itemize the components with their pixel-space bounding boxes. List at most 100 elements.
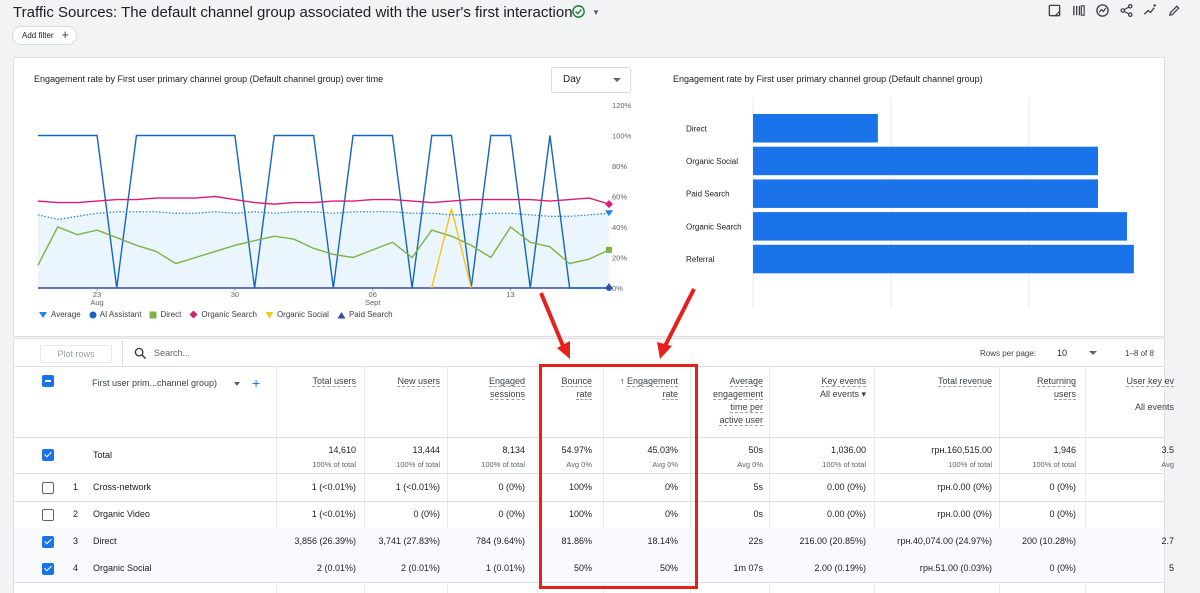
column-header-label: time per: [730, 402, 763, 413]
table-cell: 0s: [753, 509, 763, 519]
x-tick-day: 13: [506, 290, 514, 299]
table-cell: 1 (0.01%): [485, 563, 525, 573]
granularity-value: Day: [563, 74, 581, 85]
table-cell: 5s: [753, 482, 763, 492]
total-checkbox[interactable]: [42, 449, 54, 461]
total-subvalue: 100% of total: [312, 460, 356, 469]
x-tick-month: Aug: [90, 298, 103, 307]
table-cell: 216.00 (20.85%): [799, 536, 866, 546]
row-checkbox[interactable]: [42, 509, 54, 521]
rows-per-page-select[interactable]: 10: [1057, 348, 1067, 358]
total-label: Total: [93, 450, 113, 460]
event-filter-select[interactable]: All events: [820, 389, 859, 399]
event-filter-select[interactable]: All events: [1135, 402, 1174, 412]
total-value: 13,444: [412, 445, 440, 455]
total-value: грн.160,515.00: [931, 445, 992, 455]
column-header[interactable]: Total revenue: [882, 375, 992, 388]
legend-paid-search[interactable]: Paid Search: [337, 310, 393, 319]
row-channel-name[interactable]: Organic Social: [93, 563, 152, 573]
column-header-label: Total revenue: [937, 376, 992, 387]
table-cell: 2.7: [1161, 536, 1174, 546]
y-tick-label: 80%: [612, 162, 627, 171]
y-tick-label: 20%: [612, 254, 627, 263]
bar-organic-social: [753, 146, 1098, 176]
direct-end-marker: [606, 246, 612, 253]
x-tick-month: Sept: [365, 298, 381, 307]
search-input[interactable]: Search...: [154, 348, 190, 358]
direct-marker-icon: [149, 311, 157, 318]
column-header[interactable]: Engaged sessions: [465, 375, 525, 401]
row-checkbox[interactable]: [42, 563, 54, 575]
chevron-down-icon[interactable]: [1089, 351, 1097, 355]
total-value: 1,036.00: [830, 445, 866, 455]
column-header[interactable]: New users: [370, 375, 440, 388]
column-header[interactable]: Average engagement time per active user: [693, 375, 763, 427]
insights-icon[interactable]: [1095, 3, 1110, 18]
edit-icon[interactable]: [1167, 3, 1182, 18]
table-cell: 0 (0%): [1049, 563, 1076, 573]
legend-label: Organic Social: [276, 310, 329, 319]
total-subvalue: 100% of total: [1032, 460, 1076, 469]
column-header[interactable]: Total users: [266, 375, 356, 388]
bar-category-label: Paid Search: [686, 190, 730, 199]
row-channel-name[interactable]: Direct: [93, 536, 117, 546]
chevron-down-icon[interactable]: ▾: [859, 389, 866, 399]
y-tick-label: 0%: [612, 284, 623, 293]
average-marker-icon: [39, 312, 47, 318]
row-channel-name[interactable]: Organic Video: [93, 509, 150, 519]
table-cell: 3,741 (27.83%): [378, 536, 440, 546]
row-channel-name[interactable]: Cross-network: [93, 482, 151, 492]
legend-label: Average: [51, 310, 81, 319]
column-header-label: engagement: [712, 389, 763, 400]
bar-category-label: Direct: [686, 124, 708, 133]
share-icon[interactable]: [1119, 3, 1134, 18]
check-circle-icon[interactable]: [571, 4, 586, 19]
compare-icon[interactable]: [1071, 3, 1086, 18]
total-value: 3.5: [1161, 445, 1174, 455]
column-header[interactable]: Key events All events ▾: [776, 375, 866, 401]
dimension-select[interactable]: First user prim...channel group): [92, 378, 217, 388]
add-dimension-button[interactable]: +: [252, 375, 260, 391]
column-header[interactable]: Returning users: [1006, 375, 1076, 401]
column-header-label: users: [1053, 389, 1076, 400]
table-cell: 2 (0.01%): [400, 563, 440, 573]
table-cell: 784 (9.64%): [475, 536, 525, 546]
line-chart-title: Engagement rate by First user primary ch…: [34, 74, 384, 84]
row-checkbox[interactable]: [42, 482, 54, 494]
sparkle-trend-icon[interactable]: [1143, 3, 1158, 18]
column-header[interactable]: User key ev All events: [1084, 375, 1174, 414]
legend-direct[interactable]: Direct: [149, 310, 181, 319]
table-cell: 1 (<0.01%): [395, 482, 440, 492]
column-header-label: Key events: [821, 376, 866, 387]
legend-organic-social[interactable]: Organic Social: [265, 310, 329, 319]
add-filter-button[interactable]: Add filter +: [12, 26, 77, 45]
chevron-down-icon[interactable]: [234, 382, 240, 386]
column-header-label: New users: [397, 376, 440, 387]
select-all-checkbox[interactable]: [42, 375, 54, 387]
chevron-down-icon: [613, 78, 621, 82]
toolbar-divider: [122, 340, 123, 366]
y-tick-label: 40%: [612, 223, 627, 232]
row-checkbox[interactable]: [42, 536, 54, 548]
legend-organic-search[interactable]: Organic Search: [189, 310, 257, 319]
table-cell: 0 (0%): [413, 509, 440, 519]
add-filter-label: Add filter: [22, 31, 54, 40]
rows-per-page-label: Rows per page:: [980, 349, 1037, 358]
column-header-label: active user: [719, 415, 763, 426]
paid-search-marker-icon: [337, 311, 346, 318]
legend-average[interactable]: Average: [38, 310, 81, 319]
legend-ai-assistant[interactable]: AI Assistant: [89, 310, 141, 319]
table-cell: 0.00 (0%): [826, 509, 866, 519]
note-icon[interactable]: [1047, 3, 1062, 18]
bar-chart-title: Engagement rate by First user primary ch…: [673, 74, 983, 84]
total-subvalue: 100% of total: [948, 460, 992, 469]
plot-rows-button[interactable]: Plot rows: [40, 345, 112, 363]
table-cell: 1 (<0.01%): [311, 482, 356, 492]
column-header-label: Returning: [1036, 376, 1076, 387]
table-cell: 1m 07s: [733, 563, 763, 573]
table-cell: грн.0.00 (0%): [937, 509, 992, 519]
average-area: [38, 211, 609, 288]
table-cell: 200 (10.28%): [1021, 536, 1076, 546]
title-dropdown-icon[interactable]: ▼: [592, 8, 600, 17]
search-icon[interactable]: [134, 347, 147, 360]
